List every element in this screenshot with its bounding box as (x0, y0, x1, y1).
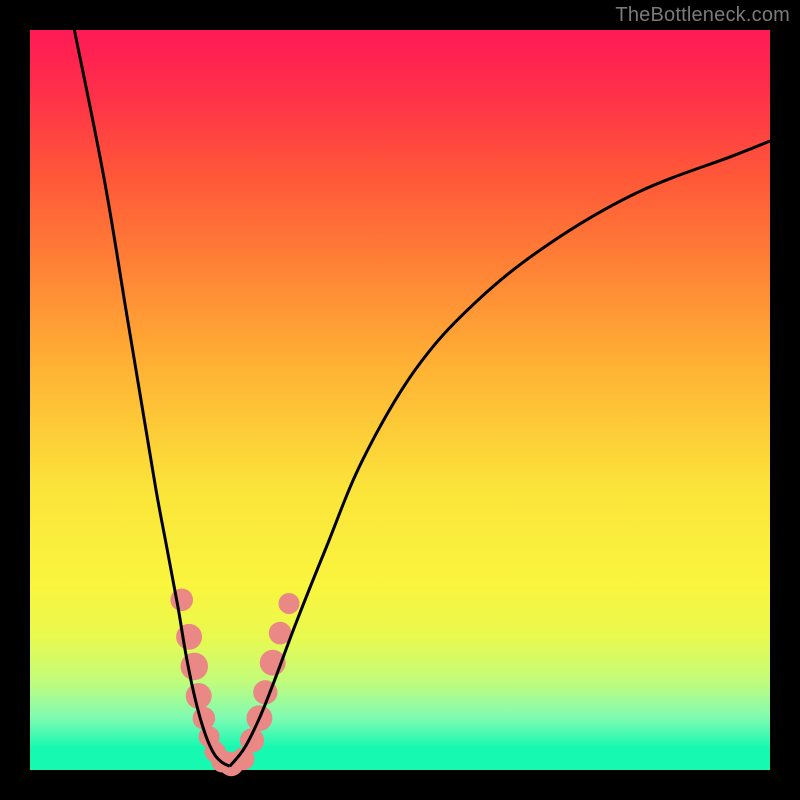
attribution-text: TheBottleneck.com (615, 4, 790, 27)
plot-background (30, 30, 770, 770)
